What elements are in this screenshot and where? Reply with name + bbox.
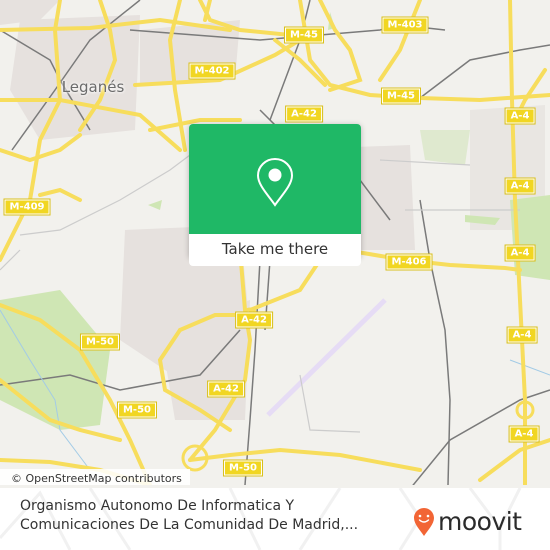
road-shield-a4: A-4	[504, 177, 536, 195]
road-shield-a4: A-4	[504, 107, 536, 125]
airport-runway	[266, 298, 387, 417]
moovit-pin-icon	[414, 508, 434, 536]
road-shield-a4: A-4	[506, 326, 538, 344]
city-label: Leganés	[61, 78, 125, 96]
road-shield-m402: M-402	[188, 62, 236, 80]
location-popup: Take me there	[189, 124, 361, 266]
road-shield-m50: M-50	[116, 401, 158, 419]
road-shield-a4: A-4	[504, 244, 536, 262]
road-shield-m50: M-50	[222, 459, 264, 477]
footer-bar: Organismo Autonomo De Informatica Y Comu…	[0, 488, 550, 550]
road-shield-a42: A-42	[285, 105, 323, 123]
road-shield-m403: M-403	[381, 16, 429, 34]
road-shield-m409: M-409	[3, 198, 51, 216]
popup-header	[189, 124, 361, 234]
map-attribution[interactable]: © OpenStreetMap contributors	[0, 469, 190, 485]
popup-tail	[266, 257, 284, 266]
road-shield-m45: M-45	[283, 26, 325, 44]
road-shield-m50: M-50	[79, 333, 121, 351]
road-shield-m406: M-406	[385, 253, 433, 271]
road-shield-a4: A-4	[508, 425, 540, 443]
road-shield-a42: A-42	[235, 311, 273, 329]
map-view[interactable]: Leganés M-45 M-403 M-402 M-45 A-42 A-4 M…	[0, 0, 550, 485]
moovit-wordmark: moovit	[438, 507, 522, 536]
location-pin-icon	[256, 157, 294, 207]
moovit-logo[interactable]: moovit	[413, 504, 522, 540]
place-name: Organismo Autonomo De Informatica Y Comu…	[20, 498, 359, 533]
road-shield-a42: A-42	[207, 380, 245, 398]
road-shield-m45: M-45	[380, 87, 422, 105]
